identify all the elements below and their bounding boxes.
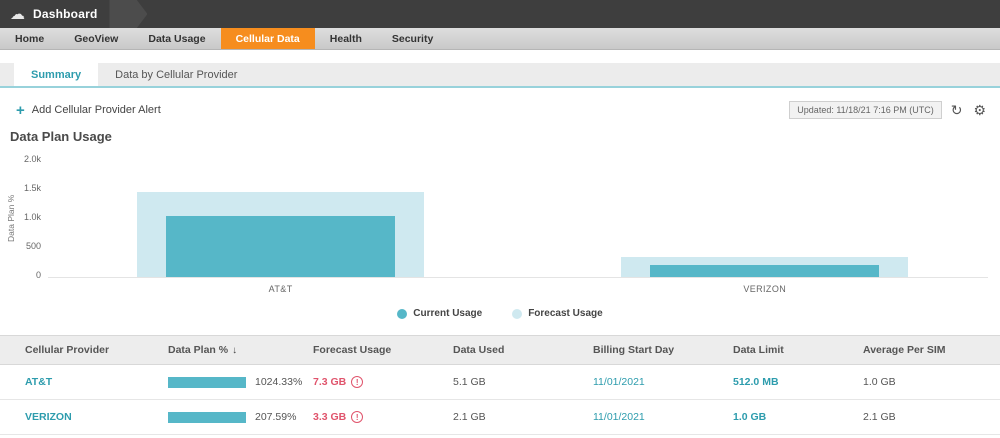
- last-updated-badge: Updated: 11/18/21 7:16 PM (UTC): [789, 101, 942, 119]
- average-per-sim-value: 1.0 GB: [855, 364, 1000, 400]
- nav-item-home[interactable]: Home: [0, 28, 59, 49]
- data-limit-link[interactable]: 512.0 MB: [733, 376, 779, 388]
- app-title: Dashboard: [33, 7, 98, 21]
- warning-icon[interactable]: !: [351, 411, 364, 423]
- y-tick: 2.0k: [23, 154, 41, 164]
- current-usage-dot-icon: [397, 308, 408, 319]
- column-header-billing-start-day[interactable]: Billing Start Day: [585, 335, 725, 365]
- legend-item-forecast-usage[interactable]: Forecast Usage: [512, 308, 603, 319]
- forecast-usage-dot-icon: [512, 308, 523, 319]
- data-plan-usage-bar: [168, 376, 246, 388]
- y-tick: 500: [25, 241, 41, 251]
- provider-link-att[interactable]: AT&T: [25, 376, 52, 388]
- chart-plot-area: AT&T VERIZON: [48, 158, 988, 294]
- column-header-data-plan-pct[interactable]: Data Plan % ↓: [160, 335, 305, 365]
- table-header-row: Cellular Provider Data Plan % ↓ Forecast …: [0, 335, 1000, 365]
- data-limit-link[interactable]: 1.0 GB: [733, 411, 766, 423]
- refresh-icon[interactable]: ↻: [949, 103, 965, 117]
- current-usage-bar-verizon[interactable]: [650, 264, 880, 277]
- provider-link-verizon[interactable]: VERIZON: [25, 411, 72, 423]
- data-plan-pct-value: 207.59%: [255, 411, 297, 423]
- billing-start-day-link[interactable]: 11/01/2021: [593, 376, 645, 388]
- nav-item-cellular-data[interactable]: Cellular Data: [220, 28, 315, 49]
- average-per-sim-value: 2.1 GB: [855, 399, 1000, 435]
- y-tick: 1.0k: [23, 212, 41, 222]
- y-axis-label: Data Plan %: [6, 194, 16, 242]
- column-header-label: Data Plan %: [168, 344, 229, 356]
- category-label-verizon: VERIZON: [743, 284, 787, 294]
- data-plan-pct-cell: 1024.33%: [168, 376, 302, 388]
- warning-icon[interactable]: !: [351, 376, 364, 388]
- column-header-cellular-provider[interactable]: Cellular Provider: [0, 335, 160, 365]
- cloud-icon: ☁: [10, 6, 25, 23]
- forecast-usage-cell: 3.3 GB !: [313, 411, 437, 423]
- legend-label: Current Usage: [413, 308, 483, 319]
- add-alert-label: Add Cellular Provider Alert: [31, 104, 161, 116]
- bar-group-att: AT&T: [137, 158, 424, 294]
- current-usage-bar-att[interactable]: [165, 215, 396, 277]
- sort-descending-icon[interactable]: ↓: [232, 345, 237, 356]
- header-utilities: Updated: 11/18/21 7:16 PM (UTC) ↻ ⚙: [789, 101, 988, 119]
- column-header-data-used[interactable]: Data Used: [445, 335, 585, 365]
- column-header-forecast-usage[interactable]: Forecast Usage: [305, 335, 445, 365]
- bar-group-verizon: VERIZON: [621, 158, 909, 294]
- data-plan-pct-cell: 207.59%: [168, 411, 297, 423]
- legend-item-current-usage[interactable]: Current Usage: [397, 308, 482, 319]
- billing-start-day-link[interactable]: 11/01/2021: [593, 411, 645, 423]
- data-used-value: 5.1 GB: [445, 364, 585, 400]
- forecast-usage-cell: 7.3 GB !: [313, 376, 437, 388]
- forecast-usage-value: 3.3 GB: [313, 411, 347, 423]
- main-navigation: Home GeoView Data Usage Cellular Data He…: [0, 28, 1000, 50]
- actions-row: + Add Cellular Provider Alert Updated: 1…: [0, 88, 1000, 123]
- nav-item-health[interactable]: Health: [315, 28, 377, 49]
- data-plan-usage-chart: Data Plan % 2.0k 1.5k 1.0k 500 0 AT&T VE…: [0, 154, 1000, 294]
- data-plan-usage-bar: [168, 411, 246, 423]
- chart-legend: Current Usage Forecast Usage: [0, 308, 1000, 319]
- forecast-usage-value: 7.3 GB: [313, 376, 347, 388]
- add-cellular-provider-alert-button[interactable]: + Add Cellular Provider Alert: [16, 103, 161, 118]
- table-row: AT&T 1024.33% 7.3 GB ! 5.1 GB 11/01/2021…: [0, 364, 1000, 400]
- column-header-average-per-sim[interactable]: Average Per SIM: [855, 335, 1000, 365]
- plus-icon: +: [16, 101, 25, 119]
- gear-icon[interactable]: ⚙: [971, 103, 988, 117]
- data-plan-usage-bar-fill: [168, 376, 246, 388]
- y-tick: 1.5k: [23, 183, 41, 193]
- y-tick: 0: [35, 270, 41, 280]
- data-used-value: 2.1 GB: [445, 399, 585, 435]
- nav-item-data-usage[interactable]: Data Usage: [133, 28, 220, 49]
- column-header-data-limit[interactable]: Data Limit: [725, 335, 855, 365]
- cellular-provider-table: Cellular Provider Data Plan % ↓ Forecast …: [0, 335, 1000, 435]
- app-top-bar: ☁ Dashboard: [0, 0, 1000, 28]
- category-label-att: AT&T: [268, 284, 293, 294]
- breadcrumb-arrow: [109, 0, 148, 28]
- y-axis-ticks: 2.0k 1.5k 1.0k 500 0: [16, 154, 48, 280]
- data-plan-pct-value: 1024.33%: [255, 376, 303, 388]
- chart-title: Data Plan Usage: [10, 129, 112, 144]
- table-row: VERIZON 207.59% 3.3 GB ! 2.1 GB 11/01/20…: [0, 399, 1000, 435]
- legend-label: Forecast Usage: [528, 308, 603, 319]
- data-plan-usage-bar-fill: [168, 411, 246, 423]
- nav-item-security[interactable]: Security: [377, 28, 448, 49]
- tab-summary[interactable]: Summary: [14, 63, 99, 86]
- tab-data-by-cellular-provider[interactable]: Data by Cellular Provider: [98, 63, 254, 86]
- secondary-tabs: Summary Data by Cellular Provider: [0, 63, 1000, 88]
- nav-item-geoview[interactable]: GeoView: [59, 28, 133, 49]
